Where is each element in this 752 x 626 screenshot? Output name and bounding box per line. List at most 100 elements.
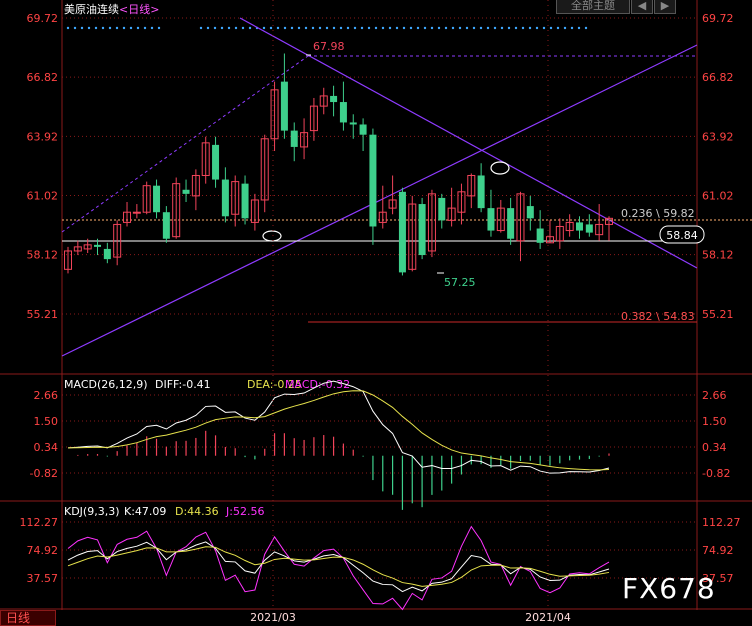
marker-dot [276,26,280,30]
marker-dot [430,26,434,30]
instrument-title: 美原油连续 [64,3,119,16]
price-tick-right: 58.12 [702,249,734,262]
marker-dot [437,26,441,30]
price-tick-right: 55.21 [702,308,734,321]
candle-body [585,224,593,233]
marker-dot [409,26,413,30]
price-tick-left: 61.02 [27,189,59,202]
kdj-tick-right: 112.27 [702,516,741,529]
candle-body [221,179,229,217]
fib-382-label: 0.382 \ 54.83 [621,310,695,323]
marker-dot [381,26,385,30]
candle-body [290,130,298,147]
candle-body [280,81,288,131]
marker-dot [563,26,567,30]
candle-body [103,248,111,260]
marker-dot [122,26,126,30]
current-price-label: 58.84 [666,229,698,242]
marker-dot [507,26,511,30]
period-link[interactable]: <日线> [119,3,159,16]
chart-canvas: 69.72 69.72 66.82 66.82 63.92 63.92 61.02 61.02… [0,0,752,624]
trendline-dashed [61,55,309,233]
macd-title: MACD(26,12,9) [64,378,148,391]
kdj-title: KDJ(9,3,3) [64,505,120,518]
marker-dot [248,26,252,30]
candle-body [241,183,249,219]
kdj-d-line [67,546,610,587]
marker-dot [304,26,308,30]
marker-dot [458,26,462,30]
macd-tick-right: -0.82 [702,467,730,480]
marker-dot [206,26,210,30]
marker-dot [220,26,224,30]
marker-dot [311,26,315,30]
price-tick-right: 69.72 [702,12,734,25]
macd-value-label: MACD:-0.32 [285,378,350,391]
candle-body [536,228,544,243]
candle-body [330,95,338,103]
marker-dot [542,26,546,30]
price-tick-left: 58.12 [27,249,59,262]
macd-tick-left: 0.34 [34,441,59,454]
kdj-k-label: K:47.09 [124,505,166,518]
marker-dot [157,26,161,30]
marker-dot [346,26,350,30]
marker-dot [451,26,455,30]
marker-dot [500,26,504,30]
marker-dot [570,26,574,30]
macd-tick-right: 1.50 [702,415,727,428]
kdj-tick-left: 112.27 [20,516,59,529]
marker-dot [493,26,497,30]
kdj-k-line [67,541,610,593]
marker-dot [318,26,322,30]
marker-dot [472,26,476,30]
low-label: 57.25 [444,276,476,289]
price-tick-right: 61.02 [702,189,734,202]
period-tab[interactable]: 日线 [0,610,56,626]
marker-dot [416,26,420,30]
marker-dot [402,26,406,30]
prev-icon[interactable]: ◀ [631,0,653,14]
marker-dot [325,26,329,30]
theme-button[interactable]: 全部主题 [556,0,630,14]
candle-body [526,206,534,219]
marker-dot [227,26,231,30]
next-icon[interactable]: ▶ [654,0,676,14]
macd-tick-left: 1.50 [34,415,59,428]
marker-dot [213,26,217,30]
marker-dot [374,26,378,30]
marker-dot [528,26,532,30]
marker-dot [297,26,301,30]
marker-dot [479,26,483,30]
candle-body [212,144,220,180]
marker-dot [486,26,490,30]
candle-body [182,189,190,194]
macd-tick-left: -0.82 [30,467,58,480]
marker-dot [94,26,98,30]
fib-236-label: 0.236 \ 59.82 [621,207,695,220]
candle-body [94,244,102,247]
marker-dot [465,26,469,30]
candle-body [477,175,485,209]
marker-dot [332,26,336,30]
candle-body [162,212,170,239]
marker-dot [353,26,357,30]
price-tick-left: 69.72 [27,12,59,25]
price-tick-left: 63.92 [27,130,59,143]
candle-body [339,102,347,123]
marker-dot [115,26,119,30]
macd-diff-label: DIFF:-0.41 [155,378,211,391]
marker-dot [367,26,371,30]
chart-stage: 69.72 69.72 66.82 66.82 63.92 63.92 61.02 61.02… [0,0,752,626]
candle-body [487,208,495,231]
candle-body [153,185,161,213]
price-tick-right: 66.82 [702,71,734,84]
marker-dot [143,26,147,30]
macd-dea-line [67,390,610,471]
marker-dot [66,26,70,30]
marker-dot [108,26,112,30]
candle-body [359,124,367,135]
date-tick: 2021/03 [250,611,296,624]
marker-dot [577,26,581,30]
price-tick-left: 66.82 [27,71,59,84]
